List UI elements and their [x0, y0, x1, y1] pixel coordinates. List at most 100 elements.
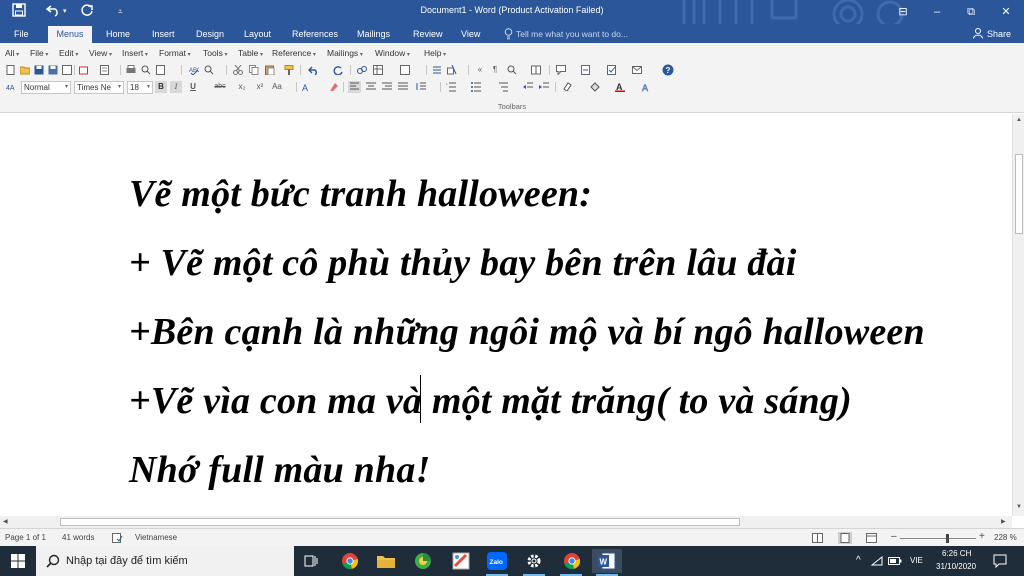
- document-page[interactable]: Vẽ một bức tranh halloween: + Vẽ một cô …: [0, 114, 1012, 516]
- styles-icon[interactable]: 4A: [6, 82, 16, 92]
- page-count[interactable]: Page 1 of 1: [5, 533, 46, 542]
- tab-insert[interactable]: Insert: [146, 26, 181, 43]
- restore-button[interactable]: ⧉: [956, 2, 986, 22]
- font-combo[interactable]: Times Ne: [74, 81, 124, 94]
- permission-icon[interactable]: [79, 65, 89, 75]
- vertical-scroll-thumb[interactable]: [1015, 154, 1023, 234]
- word-taskbar-button[interactable]: W: [592, 549, 622, 576]
- underline-button[interactable]: U: [187, 81, 199, 93]
- share-button[interactable]: Share: [987, 26, 1011, 43]
- input-language[interactable]: VIE: [910, 556, 923, 565]
- change-case-button[interactable]: Aa: [270, 81, 284, 93]
- print-setup-icon[interactable]: [156, 65, 166, 75]
- tab-references[interactable]: References: [286, 26, 344, 43]
- scroll-right-icon[interactable]: ▶: [1001, 518, 1006, 525]
- bold-button[interactable]: B: [155, 81, 167, 93]
- ribbon-display-options-icon[interactable]: ⊟: [888, 2, 918, 22]
- menu-file[interactable]: File: [30, 48, 48, 58]
- justify-icon[interactable]: [398, 82, 408, 92]
- decrease-indent-icon[interactable]: [523, 82, 533, 92]
- document-map-icon[interactable]: [100, 65, 110, 75]
- table-icon[interactable]: [373, 65, 383, 75]
- font-size-combo[interactable]: 18: [127, 81, 153, 94]
- new-document-icon[interactable]: [6, 65, 16, 75]
- zoom-slider[interactable]: [900, 538, 976, 539]
- print-layout-icon[interactable]: [838, 532, 852, 544]
- style-combo[interactable]: Normal: [21, 81, 71, 94]
- spelling-icon[interactable]: ABC: [189, 65, 199, 75]
- web-layout-icon[interactable]: [866, 533, 877, 543]
- settings-taskbar-button[interactable]: [519, 549, 549, 576]
- word-count[interactable]: 41 words: [62, 533, 94, 542]
- menu-view[interactable]: View: [89, 48, 112, 58]
- menu-tools[interactable]: Tools: [203, 48, 228, 58]
- battery-icon[interactable]: [888, 556, 902, 566]
- reading-mode-icon[interactable]: [531, 65, 541, 75]
- language-indicator[interactable]: Vietnamese: [135, 533, 177, 542]
- clear-formatting-icon[interactable]: [329, 82, 339, 92]
- menu-table[interactable]: Table: [238, 48, 263, 58]
- scroll-left-icon[interactable]: ◀: [3, 518, 8, 525]
- network-icon[interactable]: [871, 556, 883, 566]
- menu-format[interactable]: Format: [159, 48, 191, 58]
- tab-review[interactable]: Review: [407, 26, 449, 43]
- numbering-icon[interactable]: 1: [446, 82, 456, 92]
- font-color-icon[interactable]: A: [615, 82, 625, 92]
- accept-change-icon[interactable]: [607, 65, 617, 75]
- menu-window[interactable]: Window: [375, 48, 410, 58]
- minimize-button[interactable]: –: [922, 2, 952, 22]
- track-changes-icon[interactable]: [581, 65, 591, 75]
- format-painter-icon[interactable]: [284, 65, 294, 75]
- envelope-icon[interactable]: [632, 65, 642, 75]
- shading-icon[interactable]: [590, 82, 600, 92]
- zoom-in-button[interactable]: +: [979, 531, 985, 542]
- align-left-icon[interactable]: [348, 81, 361, 93]
- menu-help[interactable]: Help: [424, 48, 446, 58]
- increase-indent-icon[interactable]: [539, 82, 549, 92]
- drawing-icon[interactable]: [447, 65, 457, 75]
- text-effects-outline-icon[interactable]: A: [641, 82, 651, 92]
- open-folder-icon[interactable]: [20, 65, 30, 75]
- close-document-icon[interactable]: [62, 65, 72, 75]
- clock-date[interactable]: 31/10/2020: [936, 562, 976, 571]
- zalo-taskbar-button[interactable]: Zalo: [482, 549, 512, 576]
- subscript-button[interactable]: x₂: [236, 81, 248, 93]
- zoom-out-button[interactable]: –: [891, 531, 897, 542]
- scroll-up-icon[interactable]: ▲: [1016, 117, 1022, 123]
- align-center-icon[interactable]: [366, 82, 376, 92]
- start-button[interactable]: [0, 546, 36, 576]
- text-effects-icon[interactable]: A: [302, 82, 312, 92]
- menu-reference[interactable]: Reference: [272, 48, 316, 58]
- paste-icon[interactable]: [265, 65, 275, 75]
- tab-file[interactable]: File: [8, 26, 35, 43]
- menu-mailings[interactable]: Mailings: [327, 48, 363, 58]
- align-right-icon[interactable]: [382, 82, 392, 92]
- clock-time[interactable]: 6:26 CH: [942, 549, 971, 558]
- tab-layout[interactable]: Layout: [238, 26, 277, 43]
- borders-icon[interactable]: [400, 65, 410, 75]
- chrome-taskbar-button-2[interactable]: [556, 549, 586, 576]
- zoom-slider-thumb[interactable]: [946, 534, 949, 543]
- highlight-icon[interactable]: [562, 82, 572, 92]
- app-taskbar-button[interactable]: [408, 549, 438, 573]
- vertical-scrollbar[interactable]: ▲ ▼: [1012, 114, 1024, 516]
- horizontal-scroll-thumb[interactable]: [60, 518, 740, 526]
- save-icon[interactable]: [34, 65, 44, 75]
- horizontal-scrollbar[interactable]: ◀ ▶: [0, 516, 1012, 528]
- help-icon[interactable]: ?: [662, 64, 674, 76]
- hyperlink-icon[interactable]: [357, 65, 367, 75]
- copy-icon[interactable]: [249, 65, 259, 75]
- show-hidden-icons[interactable]: ^: [856, 555, 861, 566]
- tab-view[interactable]: View: [455, 26, 486, 43]
- comment-icon[interactable]: [556, 65, 566, 75]
- scroll-down-icon[interactable]: ▼: [1016, 504, 1022, 510]
- tab-menus[interactable]: Menus: [48, 26, 92, 43]
- zoom-level[interactable]: 228 %: [994, 533, 1017, 542]
- tell-me-box[interactable]: Tell me what you want to do...: [516, 26, 628, 43]
- read-mode-icon[interactable]: [812, 533, 823, 543]
- line-spacing-icon[interactable]: [416, 82, 426, 92]
- tab-home[interactable]: Home: [100, 26, 136, 43]
- zoom-icon[interactable]: [507, 65, 517, 75]
- paint-taskbar-button[interactable]: [446, 549, 476, 573]
- redo-small-icon[interactable]: [333, 65, 343, 75]
